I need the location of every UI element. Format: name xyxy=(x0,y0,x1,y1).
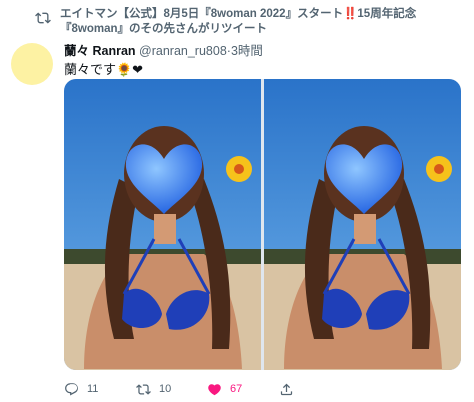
social-context-text: エイトマン【公式】8月5日『8woman 2022』スタート‼️15周年記念『8… xyxy=(60,8,417,35)
tweet-timestamp[interactable]: 3時間 xyxy=(231,44,263,58)
retweet-icon xyxy=(35,10,51,26)
retweet-count: 10 xyxy=(159,383,172,395)
tweet-header: 蘭々 Ranran @ranran_ru808·3時間 xyxy=(64,40,263,59)
avatar[interactable] xyxy=(11,43,53,85)
share-icon xyxy=(280,383,293,395)
tweet-actions: 11 10 67 xyxy=(64,380,364,398)
share-button[interactable] xyxy=(279,380,302,398)
retweet-icon xyxy=(136,383,151,395)
reply-count: 11 xyxy=(87,383,99,395)
tweet-text: 蘭々です🌻❤ xyxy=(64,62,144,77)
like-button[interactable]: 67 xyxy=(207,380,242,398)
heart-icon xyxy=(208,383,221,395)
author-handle[interactable]: @ranran_ru808 xyxy=(139,44,227,58)
retweet-button[interactable]: 10 xyxy=(136,380,171,398)
like-count: 67 xyxy=(230,383,243,395)
reply-button[interactable]: 11 xyxy=(64,380,98,398)
tweet-media xyxy=(64,79,461,370)
reply-icon xyxy=(65,382,78,395)
media-photo-1[interactable] xyxy=(64,79,261,370)
media-photo-2[interactable] xyxy=(264,79,461,370)
author-display-name[interactable]: 蘭々 Ranran xyxy=(64,44,136,58)
